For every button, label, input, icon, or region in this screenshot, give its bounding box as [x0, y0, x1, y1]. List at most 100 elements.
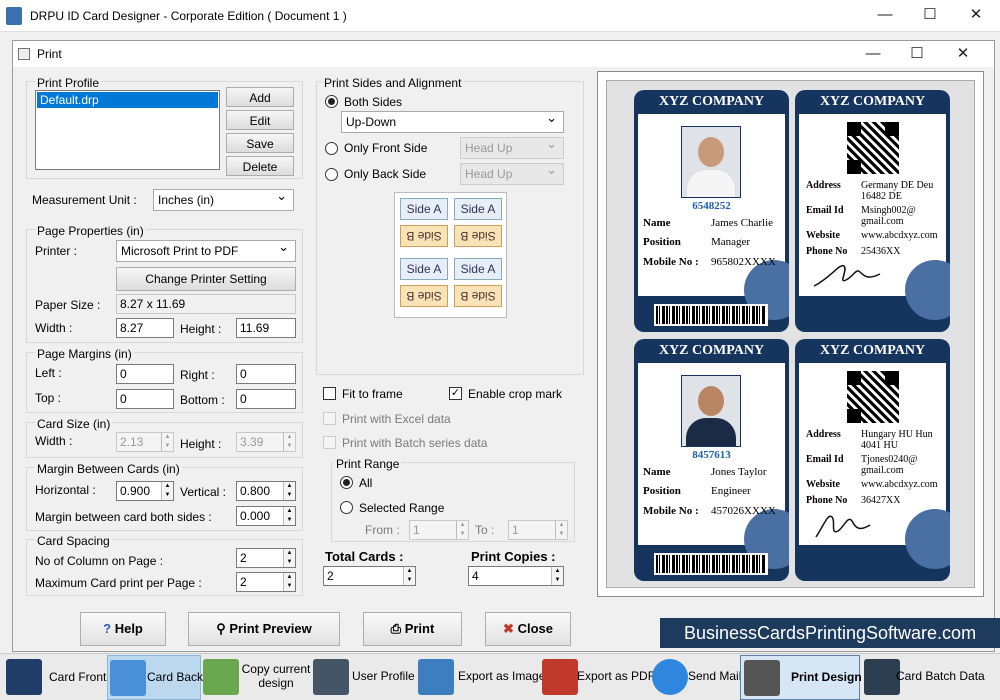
excel-data-label: Print with Excel data: [342, 412, 451, 426]
batch-data-checkbox: [323, 436, 336, 449]
email-value: Tjones0240@ gmail.com: [861, 454, 918, 476]
image-icon: [418, 659, 454, 695]
batch-data-tool[interactable]: Card Batch Data: [862, 655, 998, 700]
print-button[interactable]: ⎙ Print: [363, 612, 462, 646]
card-front-tool[interactable]: Card Front: [4, 655, 107, 700]
app-title-bar: DRPU ID Card Designer - Corporate Editio…: [0, 0, 1000, 32]
dialog-close-icon[interactable]: ✕: [949, 42, 977, 66]
close-icon[interactable]: ✕: [962, 3, 990, 27]
email-label: Email Id: [806, 205, 844, 216]
minimize-icon[interactable]: —: [871, 3, 899, 27]
fit-to-frame-checkbox[interactable]: [323, 387, 336, 400]
copy-design-tool[interactable]: Copy current design: [201, 655, 311, 700]
range-from-label: From :: [365, 523, 400, 537]
employee-name: Jones Taylor: [711, 466, 767, 478]
total-cards-spinner[interactable]: ▲ ▼: [403, 567, 415, 585]
measurement-unit-select[interactable]: Inches (in): [153, 188, 294, 211]
front-side-radio[interactable]: [325, 142, 338, 155]
edit-profile-button[interactable]: Edit: [226, 110, 294, 130]
card-back-tool[interactable]: Card Back: [107, 655, 204, 700]
user-profile-tool[interactable]: User Profile: [311, 655, 415, 700]
right-margin-input[interactable]: 0: [236, 364, 296, 384]
user-profile-label: User Profile: [352, 669, 415, 683]
max-cards-spinner[interactable]: ▲ ▼: [283, 573, 295, 591]
page-height-input[interactable]: 11.69: [236, 318, 296, 338]
name-label: Name: [643, 466, 671, 478]
both-sides-mode-select[interactable]: Up-Down: [341, 110, 564, 133]
range-selected-label: Selected Range: [359, 501, 445, 515]
columns-value: 2: [240, 551, 247, 565]
vertical-input[interactable]: 0.800 ▲ ▼: [236, 481, 296, 501]
app-icon: [6, 7, 22, 25]
employee-photo: [681, 126, 741, 198]
print-preview-button[interactable]: ⚲ Print Preview: [188, 612, 340, 646]
change-printer-button[interactable]: Change Printer Setting: [116, 267, 296, 291]
side-b-tile: Side B: [454, 225, 502, 247]
card-back-label: Card Back: [147, 670, 204, 684]
print-sides-label: Print Sides and Alignment: [322, 76, 464, 90]
range-from-input: 1 ▲ ▼: [409, 520, 469, 540]
height-label: Height :: [180, 322, 222, 336]
back-side-radio[interactable]: [325, 168, 338, 181]
range-all-radio[interactable]: [340, 476, 353, 489]
both-sides-margin-label: Margin between card both sides :: [35, 510, 212, 524]
dialog-icon: [18, 48, 30, 60]
qr-code: [847, 122, 899, 174]
vertical-spinner[interactable]: ▲ ▼: [283, 482, 295, 500]
phone-label: Phone No: [806, 495, 848, 506]
total-cards-label: Total Cards :: [325, 549, 404, 564]
print-design-label: Print Design: [791, 670, 862, 684]
columns-spinner[interactable]: ▲ ▼: [283, 549, 295, 567]
total-cards-value: 2: [327, 569, 334, 583]
margin-between-label: Margin Between Cards (in): [35, 462, 182, 476]
both-sides-spinner[interactable]: ▲ ▼: [283, 507, 295, 525]
paper-size-label: Paper Size :: [35, 298, 101, 312]
print-copies-input[interactable]: 4 ▲ ▼: [468, 566, 564, 586]
export-pdf-tool[interactable]: Export as PDF: [540, 655, 655, 700]
columns-label: No of Column on Page :: [35, 554, 164, 568]
add-profile-button[interactable]: Add: [226, 87, 294, 107]
profile-list-item[interactable]: Default.drp: [37, 92, 218, 108]
total-cards-input[interactable]: 2 ▲ ▼: [323, 566, 416, 586]
back-side-mode-select: Head Up: [460, 162, 564, 185]
page-width-input[interactable]: 8.27: [116, 318, 174, 338]
horizontal-input[interactable]: 0.900 ▲ ▼: [116, 481, 174, 501]
range-from-value: 1: [413, 523, 420, 537]
profile-list[interactable]: Default.drp: [35, 90, 220, 170]
bottom-margin-input[interactable]: 0: [236, 389, 296, 409]
top-margin-input[interactable]: 0: [116, 389, 174, 409]
preview-page: XYZ COMPANY 6548252 Name James Charlie P…: [606, 80, 975, 588]
max-cards-input[interactable]: 2 ▲ ▼: [236, 572, 296, 592]
close-x-icon: ✖: [503, 621, 514, 636]
position-label: Position: [643, 236, 681, 248]
help-button[interactable]: ? Help: [80, 612, 166, 646]
dialog-maximize-icon[interactable]: ☐: [903, 42, 931, 66]
print-preview-button-label: Print Preview: [229, 621, 312, 636]
both-sides-radio[interactable]: [325, 95, 338, 108]
dialog-title-bar: Print — ☐ ✕: [13, 41, 994, 67]
horizontal-spinner[interactable]: ▲ ▼: [161, 482, 173, 500]
send-mail-tool[interactable]: Send Mail: [650, 655, 741, 700]
left-margin-input[interactable]: 0: [116, 364, 174, 384]
printer-select[interactable]: Microsoft Print to PDF: [116, 239, 296, 262]
both-sides-margin-input[interactable]: 0.000 ▲ ▼: [236, 506, 296, 526]
both-sides-mode-value: Up-Down: [346, 115, 397, 129]
print-design-tool[interactable]: Print Design: [740, 655, 862, 700]
maximize-icon[interactable]: ☐: [916, 3, 944, 27]
side-a-tile: Side A: [400, 198, 448, 220]
close-button[interactable]: ✖ Close: [485, 612, 571, 646]
export-image-tool[interactable]: Export as Image: [414, 655, 545, 700]
phone-label: Phone No: [806, 246, 848, 257]
fit-to-frame-label: Fit to frame: [342, 387, 403, 401]
range-selected-radio[interactable]: [340, 501, 353, 514]
delete-profile-button[interactable]: Delete: [226, 156, 294, 176]
dialog-minimize-icon[interactable]: —: [859, 42, 887, 66]
employee-name: James Charlie: [711, 217, 774, 229]
both-sides-margin-value: 0.000: [240, 509, 271, 523]
save-profile-button[interactable]: Save: [226, 133, 294, 153]
print-copies-spinner[interactable]: ▲ ▼: [551, 567, 563, 585]
horizontal-value: 0.900: [120, 484, 151, 498]
address-label: Address: [806, 429, 841, 440]
columns-input[interactable]: 2 ▲ ▼: [236, 548, 296, 568]
crop-mark-checkbox[interactable]: ✓: [449, 387, 462, 400]
